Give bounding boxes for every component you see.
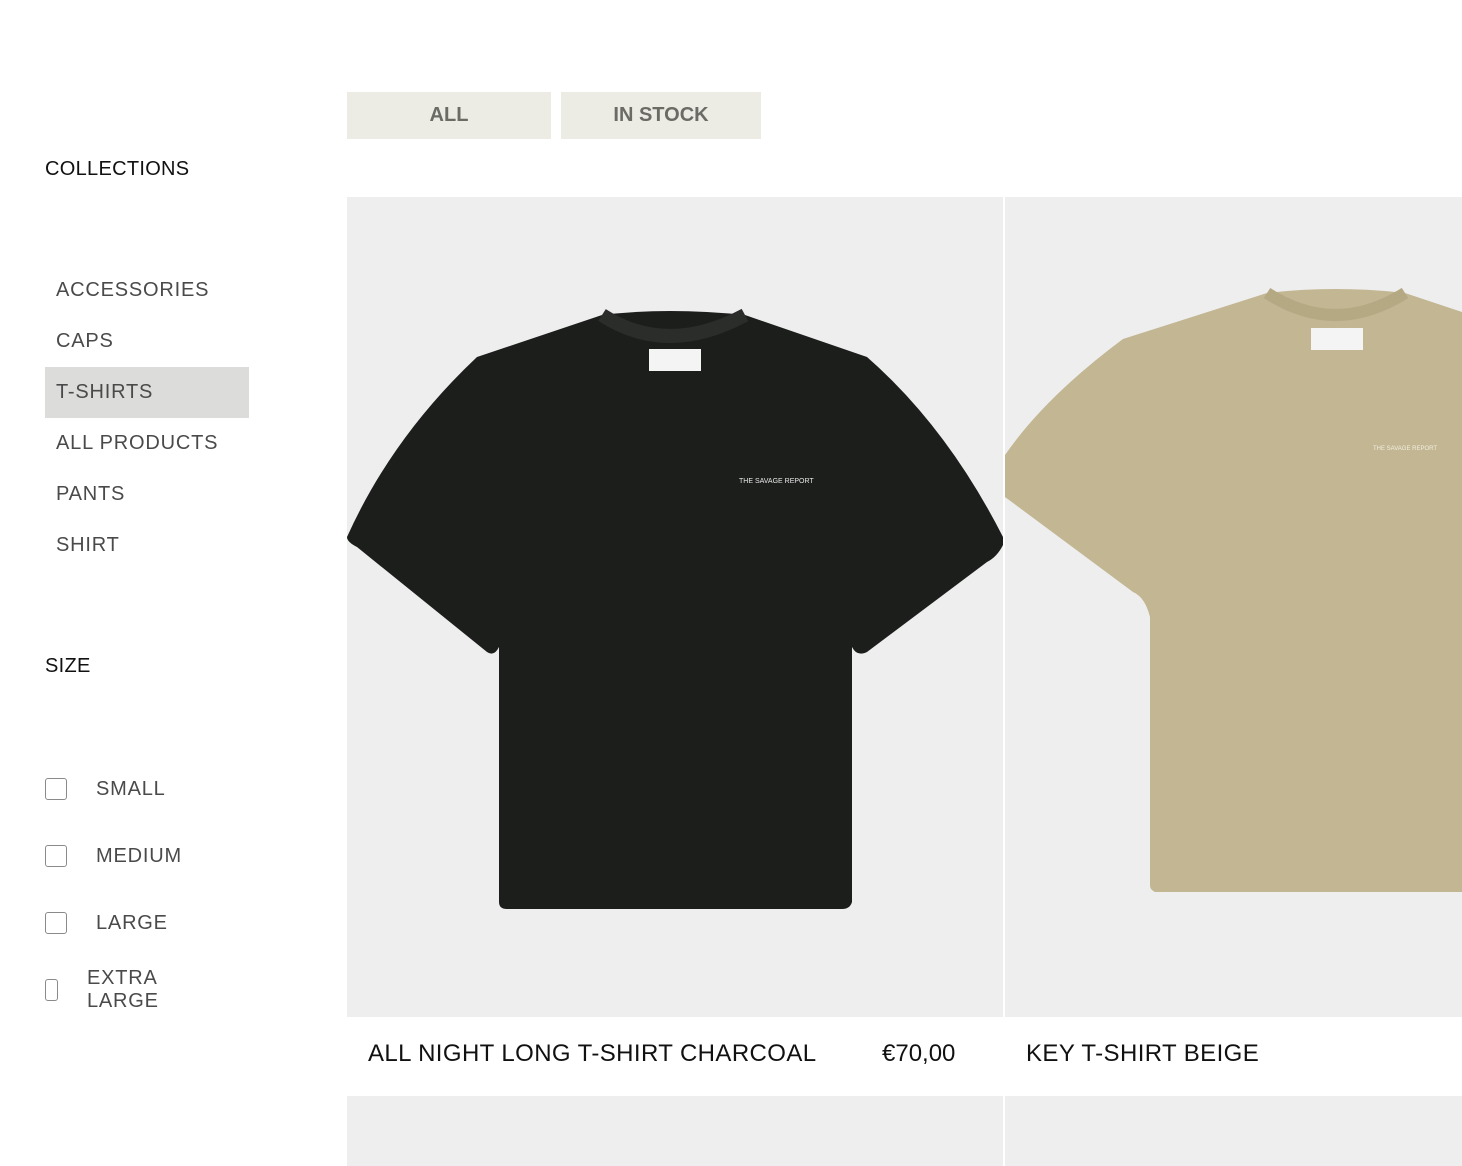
size-heading: SIZE: [45, 655, 91, 677]
size-option-label: LARGE: [96, 911, 168, 934]
tshirt-image: THE SAVAGE REPORT: [347, 308, 1003, 909]
collection-item-all-products[interactable]: ALL PRODUCTS: [45, 418, 249, 469]
size-option-label: SMALL: [96, 777, 166, 800]
size-option-label: MEDIUM: [96, 844, 182, 867]
collections-heading: COLLECTIONS: [45, 158, 190, 180]
collection-item-shirt[interactable]: SHIRT: [45, 520, 249, 571]
collections-list: ACCESSORIES CAPS T-SHIRTS ALL PRODUCTS P…: [45, 265, 249, 571]
svg-text:THE SAVAGE REPORT: THE SAVAGE REPORT: [1373, 446, 1437, 452]
product-image-placeholder[interactable]: [1005, 1096, 1462, 1166]
filter-in-stock-button[interactable]: IN STOCK: [561, 92, 761, 139]
product-image-charcoal-tshirt[interactable]: THE SAVAGE REPORT: [347, 197, 1003, 1017]
collection-item-caps[interactable]: CAPS: [45, 316, 249, 367]
size-option-medium[interactable]: MEDIUM: [45, 844, 182, 868]
svg-text:THE SAVAGE REPORT: THE SAVAGE REPORT: [739, 478, 814, 485]
tshirt-image: THE SAVAGE REPORT: [1005, 287, 1462, 892]
collection-item-accessories[interactable]: ACCESSORIES: [45, 265, 249, 316]
size-large-checkbox[interactable]: [45, 912, 67, 934]
product-name[interactable]: KEY T-SHIRT BEIGE: [1026, 1040, 1259, 1068]
product-image-placeholder[interactable]: [347, 1096, 1003, 1166]
product-image-beige-tshirt[interactable]: THE SAVAGE REPORT: [1005, 197, 1462, 1017]
filter-all-button[interactable]: ALL: [347, 92, 551, 139]
size-medium-checkbox[interactable]: [45, 845, 67, 867]
size-option-label: EXTRA LARGE: [86, 967, 159, 1012]
size-option-large[interactable]: LARGE: [45, 911, 168, 935]
size-option-small[interactable]: SMALL: [45, 777, 166, 801]
product-price: €70,00: [882, 1040, 956, 1067]
size-option-extra-large[interactable]: EXTRA LARGE: [45, 967, 168, 1012]
product-name[interactable]: ALL NIGHT LONG T-SHIRT CHARCOAL: [368, 1040, 817, 1068]
collection-item-pants[interactable]: PANTS: [45, 469, 249, 520]
size-small-checkbox[interactable]: [45, 778, 67, 800]
size-extra-large-checkbox[interactable]: [45, 979, 58, 1001]
window-corner: [0, 1138, 14, 1162]
collection-item-t-shirts[interactable]: T-SHIRTS: [45, 367, 249, 418]
